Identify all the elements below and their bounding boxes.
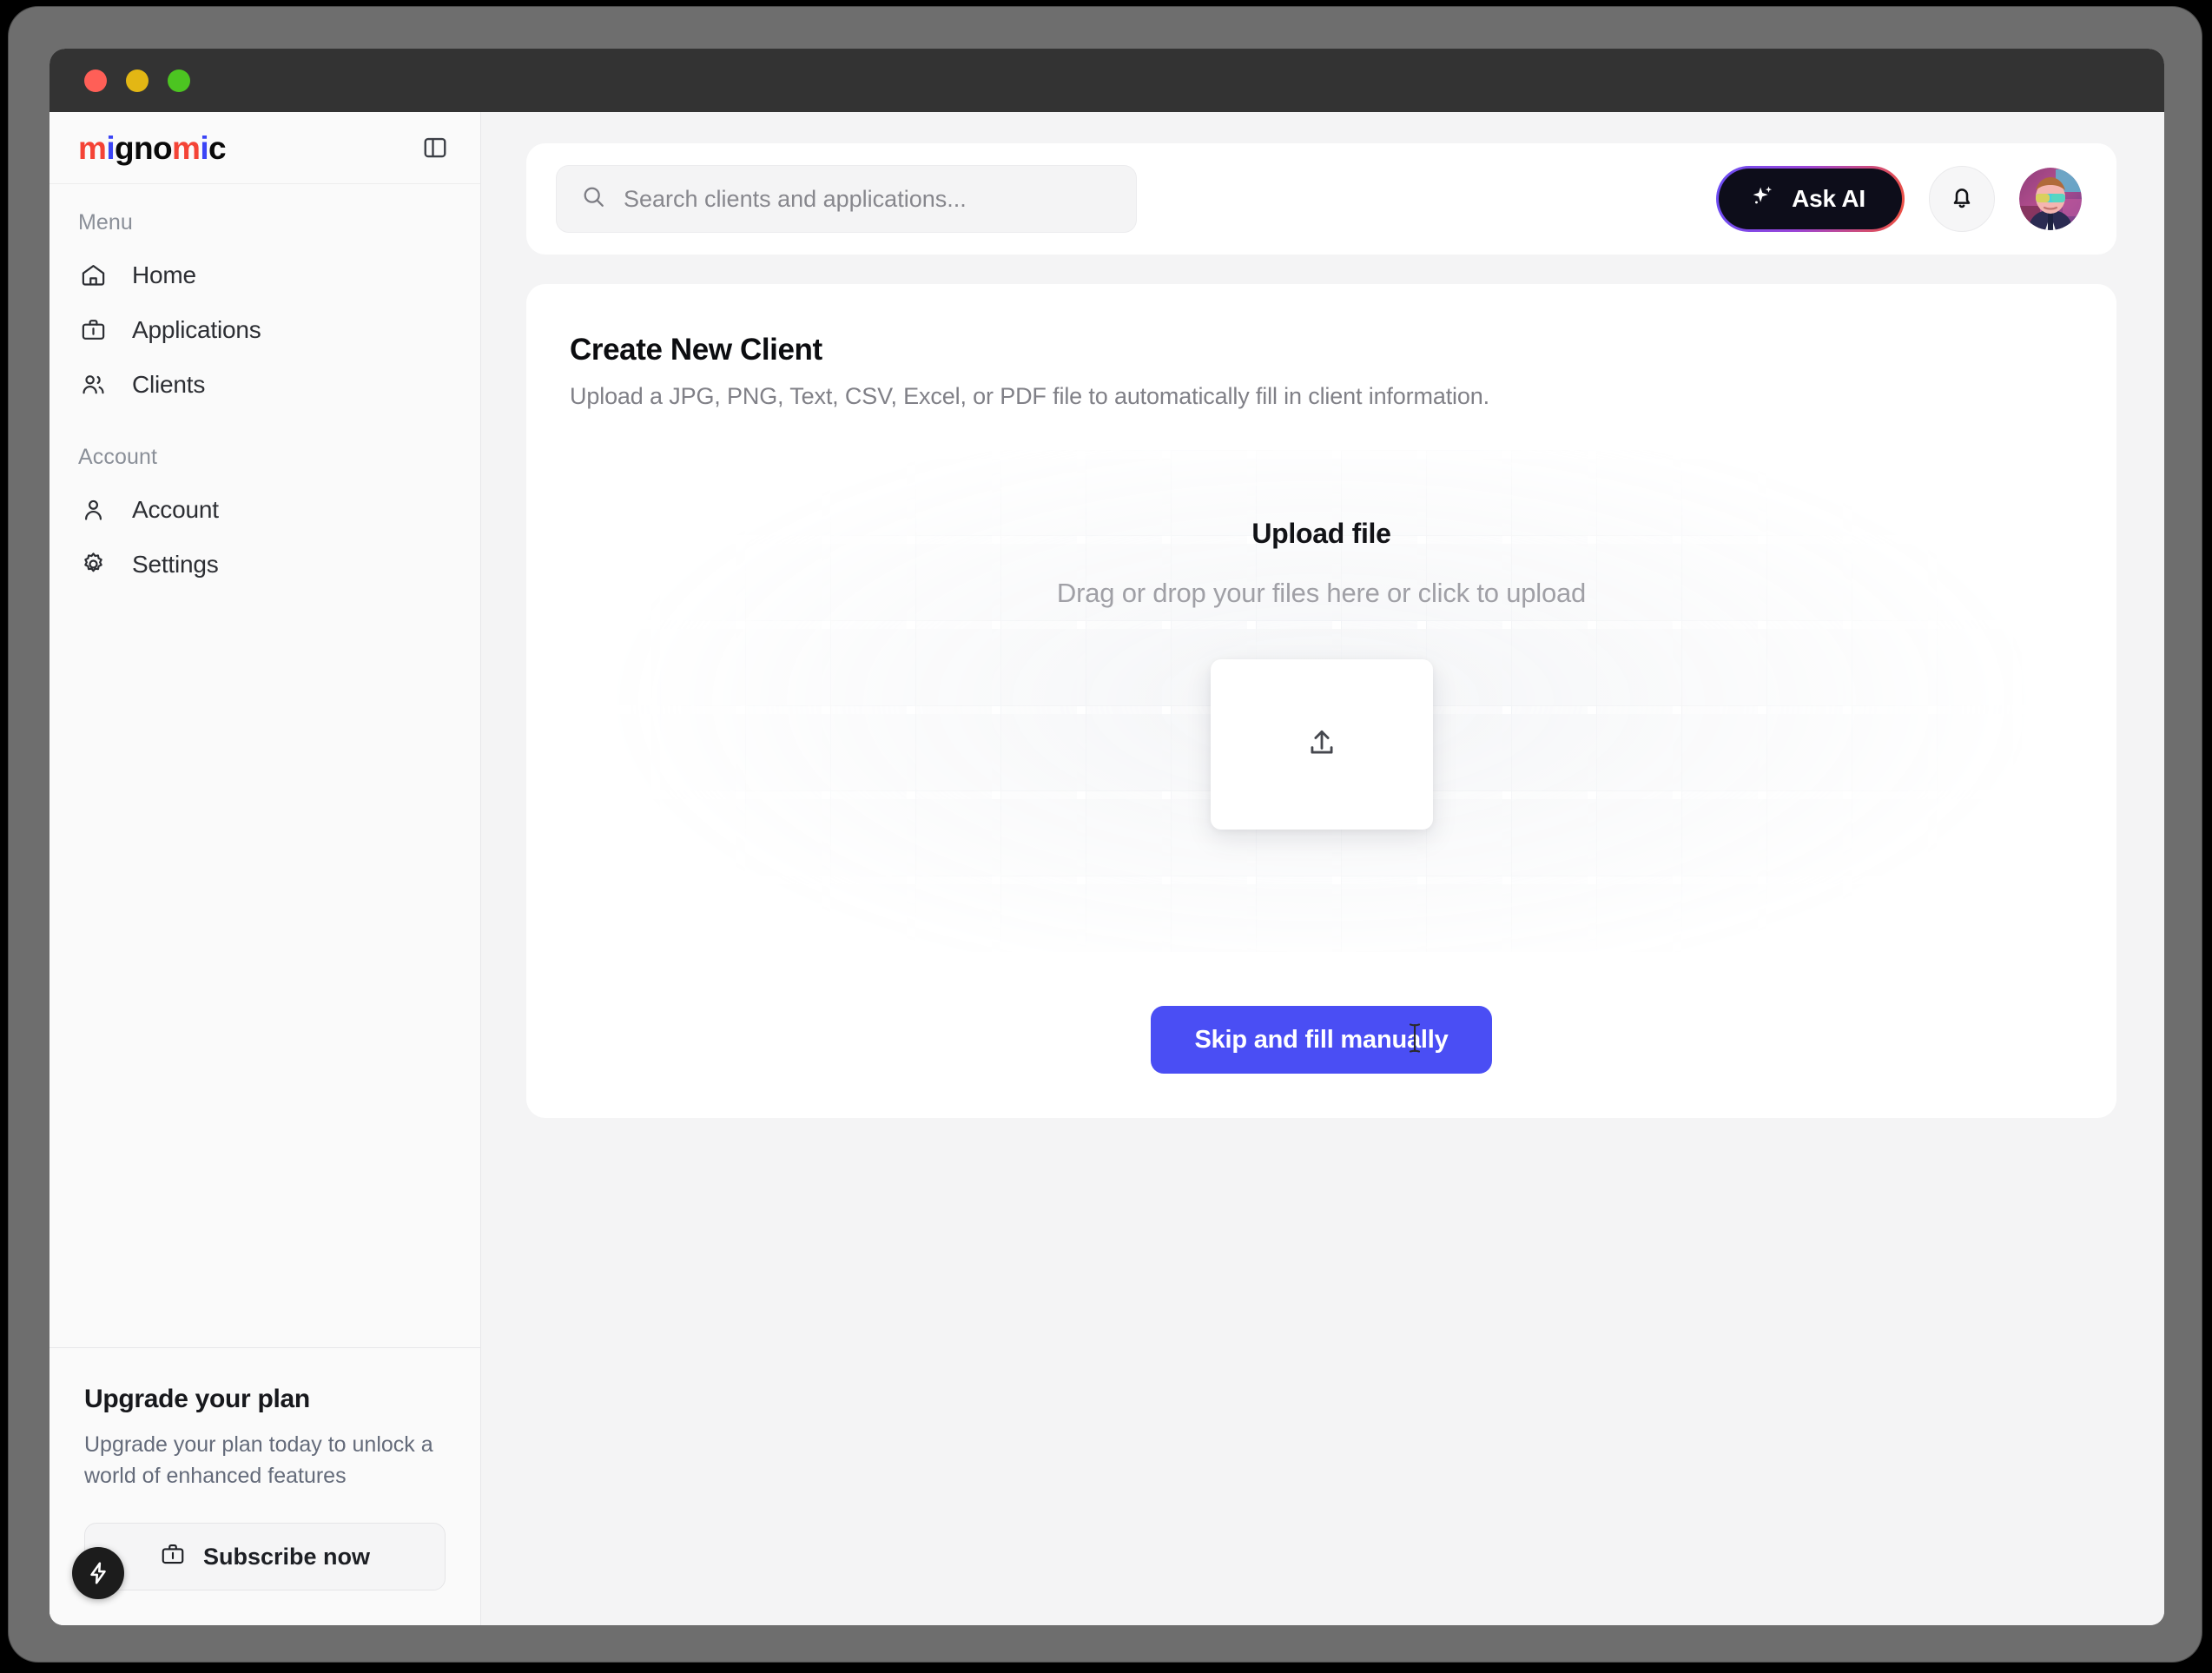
ask-ai-button[interactable]: Ask AI: [1716, 166, 1905, 232]
briefcase-icon: [79, 315, 108, 344]
sidebar-toggle-icon[interactable]: [419, 132, 451, 163]
dropzone-title: Upload file: [1251, 518, 1391, 549]
sidebar-item-label-home: Home: [132, 261, 196, 288]
sidebar-item-label-account: Account: [132, 495, 219, 523]
ask-ai-label: Ask AI: [1792, 185, 1865, 212]
sidebar: mignomic Menu Home Applications Clients …: [50, 112, 481, 1625]
users-icon: [79, 370, 108, 399]
sidebar-item-label-settings: Settings: [132, 550, 219, 578]
sidebar-nav: Menu Home Applications Clients Account A…: [50, 184, 480, 1347]
app-logo[interactable]: mignomic: [78, 129, 227, 166]
sidebar-item-account[interactable]: Account: [50, 482, 480, 537]
lightning-bolt-icon[interactable]: [72, 1547, 124, 1599]
gear-icon: [79, 550, 108, 579]
notifications-button[interactable]: [1929, 166, 1995, 232]
window-titlebar: [50, 49, 2164, 112]
sidebar-group-label-account: Account: [78, 445, 158, 469]
app-window: mignomic Menu Home Applications Clients …: [50, 49, 2164, 1625]
page-title: Create New Client: [570, 333, 822, 367]
logo-part-4: i: [200, 129, 209, 166]
upload-tile[interactable]: [1210, 659, 1433, 830]
user-icon: [79, 495, 108, 524]
briefcase-icon: [160, 1541, 186, 1573]
upgrade-description: Upgrade your plan today to unlock a worl…: [84, 1432, 433, 1488]
bell-icon: [1948, 183, 1976, 215]
logo-part-3: m: [172, 129, 201, 166]
sidebar-group-label-menu: Menu: [78, 210, 133, 235]
subscribe-now-button[interactable]: Subscribe now: [84, 1523, 446, 1590]
search-box[interactable]: [556, 165, 1138, 233]
create-client-card: Create New Client Upload a JPG, PNG, Tex…: [526, 284, 2116, 1118]
home-icon: [79, 261, 108, 289]
subscribe-now-label: Subscribe now: [202, 1543, 371, 1570]
sidebar-item-settings[interactable]: Settings: [50, 537, 480, 592]
app-body: mignomic Menu Home Applications Clients …: [50, 112, 2164, 1625]
window-frame: mignomic Menu Home Applications Clients …: [9, 7, 2202, 1662]
sparkle-icon: [1748, 182, 1776, 216]
window-minimize-button[interactable]: [126, 69, 149, 92]
ask-ai-button-inner: Ask AI: [1719, 169, 1902, 229]
avatar[interactable]: [2019, 168, 2082, 230]
sidebar-item-applications[interactable]: Applications: [50, 302, 480, 357]
sidebar-item-label-clients: Clients: [132, 370, 206, 398]
skip-button-label: Skip and fill manually: [1194, 1025, 1449, 1054]
sidebar-item-home[interactable]: Home: [50, 248, 480, 302]
file-dropzone[interactable]: Upload file Drag or drop your files here…: [570, 450, 2073, 952]
sidebar-item-clients[interactable]: Clients: [50, 357, 480, 412]
search-input[interactable]: [624, 185, 1113, 213]
window-maximize-button[interactable]: [168, 69, 190, 92]
dropzone-hint: Drag or drop your files here or click to…: [1056, 578, 1587, 608]
page-subtitle: Upload a JPG, PNG, Text, CSV, Excel, or …: [570, 383, 1489, 409]
sidebar-item-label-applications: Applications: [132, 315, 261, 343]
sidebar-header: mignomic: [50, 112, 480, 184]
skip-and-fill-manually-button[interactable]: Skip and fill manually: [1151, 1006, 1492, 1074]
skip-button-row: Skip and fill manually: [570, 1006, 2073, 1074]
logo-part-0: m: [78, 129, 107, 166]
main-content: Ask AI: [481, 112, 2164, 1625]
logo-part-2: gno: [115, 129, 173, 166]
top-bar: Ask AI: [526, 143, 2116, 255]
upgrade-title: Upgrade your plan: [84, 1385, 310, 1413]
logo-part-1: i: [106, 129, 115, 166]
window-close-button[interactable]: [84, 69, 107, 92]
search-icon: [581, 184, 606, 214]
upload-arrow-icon: [1305, 726, 1338, 764]
desktop-background: mignomic Menu Home Applications Clients …: [0, 0, 2212, 1673]
logo-part-5: c: [208, 129, 227, 166]
